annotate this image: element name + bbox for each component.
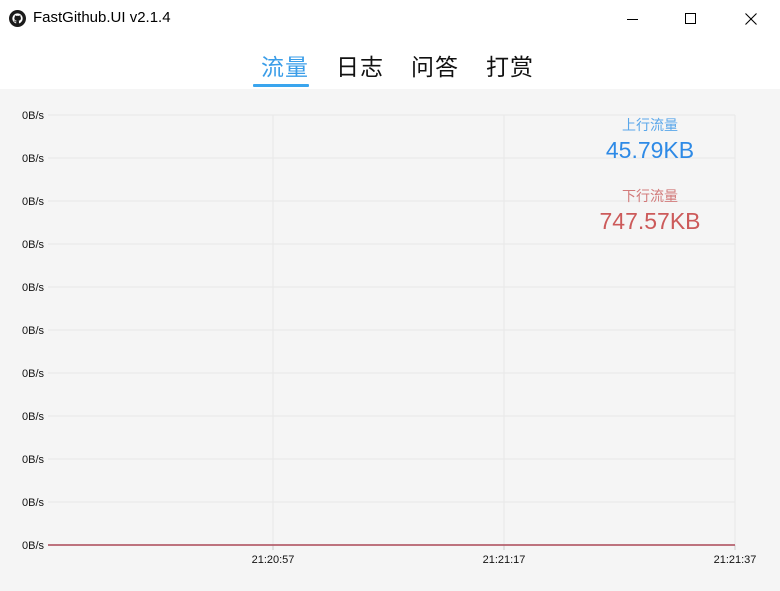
tab-faq[interactable]: 问答 [411,48,459,82]
y-tick-label: 0B/s [22,540,45,552]
github-icon [9,10,26,27]
tab-bar: 流量 日志 问答 打赏 [0,38,780,89]
y-tick-label: 0B/s [22,282,45,294]
title-bar: FastGithub.UI v2.1.4 [0,0,780,38]
close-icon [745,13,757,25]
traffic-chart-area: 0B/s 0B/s 0B/s 0B/s 0B/s 0B/s 0B/s 0B/s 0B/s 0B/s… [0,89,780,591]
close-button[interactable] [722,0,780,38]
x-tick-label: 21:21:37 [714,554,757,566]
download-stat: 下行流量 747.57KB [580,186,720,235]
minimize-button[interactable] [604,0,662,38]
x-tick-label: 21:20:57 [252,554,295,566]
y-tick-label: 0B/s [22,454,45,466]
minimize-icon [627,19,638,20]
y-tick-label: 0B/s [22,239,45,251]
download-value: 747.57KB [599,208,701,234]
traffic-chart: 0B/s 0B/s 0B/s 0B/s 0B/s 0B/s 0B/s 0B/s 0B/s 0B/s… [22,110,757,566]
tab-donate[interactable]: 打赏 [486,48,534,82]
y-tick-label: 0B/s [22,196,45,208]
maximize-icon [685,13,696,24]
upload-label: 上行流量 [622,118,678,134]
y-tick-label: 0B/s [22,368,45,380]
y-tick-label: 0B/s [22,325,45,337]
maximize-button[interactable] [662,0,720,38]
y-tick-label: 0B/s [22,110,45,122]
tab-logs[interactable]: 日志 [336,48,384,82]
y-tick-label: 0B/s [22,411,45,423]
upload-stat: 上行流量 45.79KB [580,115,720,164]
active-tab-indicator [253,84,309,87]
y-tick-label: 0B/s [22,153,45,165]
tab-traffic[interactable]: 流量 [261,48,309,82]
x-tick-label: 21:21:17 [483,554,526,566]
window-title: FastGithub.UI v2.1.4 [33,9,171,26]
upload-value: 45.79KB [605,137,695,163]
download-label: 下行流量 [622,189,678,205]
y-tick-label: 0B/s [22,497,45,509]
